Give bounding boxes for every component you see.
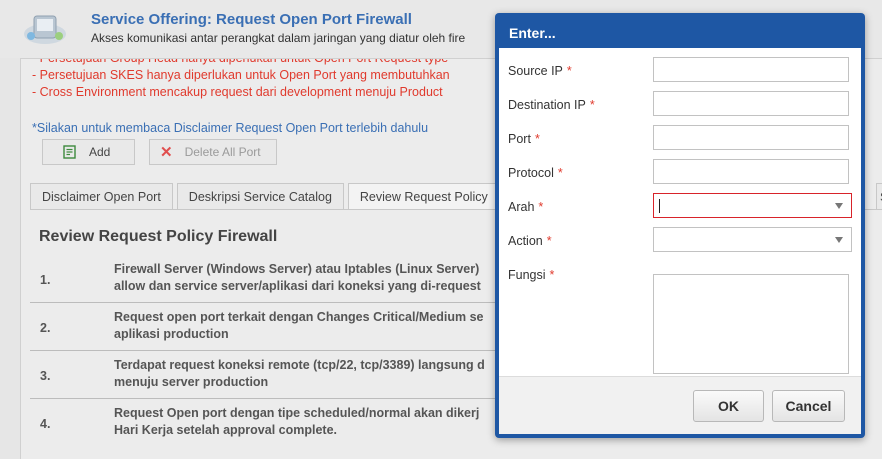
required-mark: *	[546, 234, 552, 248]
tab-deskripsi-service-catalog[interactable]: Deskripsi Service Catalog	[176, 183, 344, 210]
disclaimer-link[interactable]: *Silakan untuk membaca Disclaimer Reques…	[32, 121, 428, 135]
tab-bar: Disclaimer Open Port Deskripsi Service C…	[30, 183, 504, 210]
service-offering-icon	[24, 15, 66, 44]
protocol-input[interactable]	[653, 159, 849, 184]
fungsi-label-text: Fungsi	[508, 268, 546, 282]
action-select[interactable]	[653, 227, 852, 252]
note-cross-environment: - Cross Environment mencakup request dar…	[32, 85, 443, 99]
policy-row: 1. Firewall Server (Windows Server) atau…	[30, 255, 500, 303]
required-mark: *	[549, 268, 555, 282]
arah-label: Arah *	[508, 200, 543, 214]
delete-all-port-button[interactable]: ✕ Delete All Port	[149, 139, 277, 165]
required-mark: *	[566, 64, 572, 78]
destination-ip-label: Destination IP *	[508, 98, 595, 112]
cancel-button[interactable]: Cancel	[772, 390, 845, 422]
ok-button[interactable]: OK	[693, 390, 764, 422]
chevron-down-icon[interactable]	[835, 203, 843, 209]
policy-number: 2.	[40, 321, 51, 335]
dialog-footer: OK Cancel	[499, 376, 861, 434]
required-mark: *	[557, 166, 563, 180]
add-list-icon	[63, 145, 76, 159]
note-skes: - Persetujuan SKES hanya diperlukan untu…	[32, 68, 450, 82]
add-button-label: Add	[89, 145, 111, 159]
delete-all-port-label: Delete All Port	[184, 145, 261, 159]
tab-disclaimer-open-port[interactable]: Disclaimer Open Port	[30, 183, 173, 210]
close-icon: ✕	[160, 144, 173, 161]
required-mark: *	[589, 98, 595, 112]
required-mark: *	[538, 200, 544, 214]
chevron-down-icon[interactable]	[835, 237, 843, 243]
action-label-text: Action	[508, 234, 543, 248]
text-cursor	[659, 199, 660, 213]
policy-row: 2. Request open port terkait dengan Chan…	[30, 303, 500, 351]
destination-ip-label-text: Destination IP	[508, 98, 586, 112]
source-ip-label-text: Source IP	[508, 64, 563, 78]
policy-number: 1.	[40, 273, 51, 287]
destination-ip-input[interactable]	[653, 91, 849, 116]
policy-number: 3.	[40, 369, 51, 383]
port-label: Port *	[508, 132, 540, 146]
protocol-label: Protocol *	[508, 166, 563, 180]
protocol-label-text: Protocol	[508, 166, 554, 180]
policy-row: 4. Request Open port dengan tipe schedul…	[30, 399, 500, 447]
tab-overflow-edge[interactable]: S	[876, 183, 882, 210]
policy-title: Review Request Policy Firewall	[39, 228, 278, 245]
arah-select[interactable]	[653, 193, 852, 218]
policy-number: 4.	[40, 417, 51, 431]
add-button[interactable]: Add	[42, 139, 135, 165]
tab-review-request-policy[interactable]: Review Request Policy	[347, 183, 500, 210]
dialog-form: Source IP * Destination IP * Port * Protoco…	[499, 48, 861, 376]
page-title: Service Offering: Request Open Port Fire…	[91, 11, 412, 28]
arah-label-text: Arah	[508, 200, 535, 214]
port-label-text: Port	[508, 132, 531, 146]
fungsi-label: Fungsi *	[508, 268, 554, 282]
enter-dialog: Enter... Source IP * Destination IP * Port…	[495, 13, 865, 438]
source-ip-input[interactable]	[653, 57, 849, 82]
port-input[interactable]	[653, 125, 849, 150]
policy-row: 3. Terdapat request koneksi remote (tcp/…	[30, 351, 500, 399]
source-ip-label: Source IP *	[508, 64, 572, 78]
action-label: Action *	[508, 234, 552, 248]
note-cut-line: - Persetujuan Group Head hanya diperluka…	[32, 58, 449, 65]
dialog-title: Enter...	[509, 25, 556, 41]
page-subtitle: Akses komunikasi antar perangkat dalam j…	[91, 31, 466, 45]
required-mark: *	[534, 132, 540, 146]
notes: - Persetujuan Group Head hanya diperluka…	[32, 59, 450, 101]
fungsi-textarea[interactable]	[653, 274, 849, 374]
